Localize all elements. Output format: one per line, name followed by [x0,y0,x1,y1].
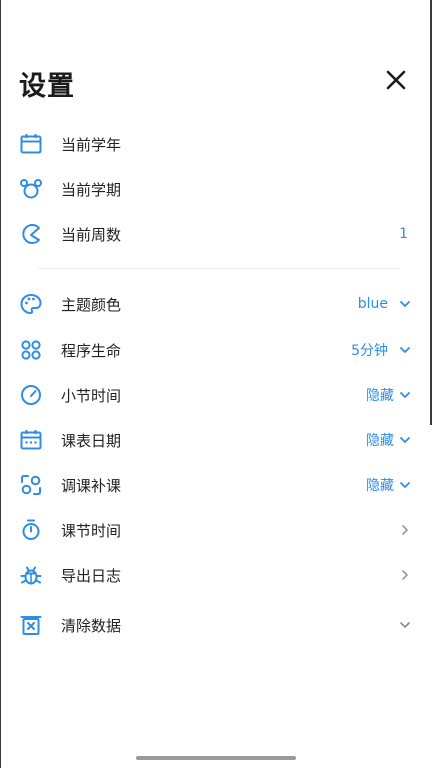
setting-row-clear-data[interactable]: 清除数据 [19,607,412,643]
chevron-down-icon [398,433,412,447]
setting-value: blue [357,296,388,312]
circles-grid-icon [19,338,43,362]
pacman-icon [19,222,43,246]
setting-row-current-semester[interactable]: 当前学期 [19,171,412,207]
home-indicator[interactable] [136,756,296,760]
trash-icon [19,613,43,637]
chevron-down-icon [398,297,412,311]
setting-value: 隐藏 [366,433,394,449]
setting-label: 清除数据 [61,616,122,635]
setting-label: 当前学年 [61,135,122,154]
section-divider [38,268,400,269]
calendar-dots-icon [19,428,43,452]
screen-edge-left [0,0,1,768]
setting-label: 导出日志 [61,566,122,585]
chevron-right-icon [398,523,412,537]
setting-value: 5分钟 [351,343,388,359]
chevron-down-icon [398,343,412,357]
close-icon [386,70,406,90]
setting-row-current-week[interactable]: 当前周数 1 [19,216,412,252]
calendar-icon [19,132,43,156]
setting-row-section-time[interactable]: 小节时间 隐藏 [19,377,412,413]
swap-icon [19,473,43,497]
setting-label: 主题颜色 [61,295,122,314]
setting-row-current-year[interactable]: 当前学年 [19,126,412,162]
settings-header: 设置 [19,58,411,104]
setting-row-app-lifetime[interactable]: 程序生命 5分钟 [19,332,412,368]
setting-label: 小节时间 [61,386,122,405]
chevron-down-icon [398,478,412,492]
chevron-down-icon [398,388,412,402]
setting-label: 课表日期 [61,431,122,450]
setting-row-schedule-date[interactable]: 课表日期 隐藏 [19,422,412,458]
setting-label: 调课补课 [61,476,122,495]
stopwatch-icon [19,518,43,542]
setting-value: 1 [399,226,408,242]
setting-row-theme-color[interactable]: 主题颜色 blue [19,286,412,322]
chevron-down-icon [398,618,412,632]
page-title: 设置 [19,71,75,102]
setting-label: 程序生命 [61,341,122,360]
bear-icon [19,177,43,201]
setting-row-class-swap[interactable]: 调课补课 隐藏 [19,467,412,503]
setting-row-lesson-time[interactable]: 课节时间 [19,512,412,548]
chevron-right-icon [398,568,412,582]
setting-label: 当前周数 [61,225,122,244]
setting-label: 当前学期 [61,180,122,199]
setting-label: 课节时间 [61,521,122,540]
setting-row-export-log[interactable]: 导出日志 [19,557,412,593]
gauge-icon [19,383,43,407]
palette-icon [19,292,43,316]
setting-value: 隐藏 [366,478,394,494]
close-button[interactable] [385,69,407,91]
setting-value: 隐藏 [366,388,394,404]
bug-icon [19,563,43,587]
